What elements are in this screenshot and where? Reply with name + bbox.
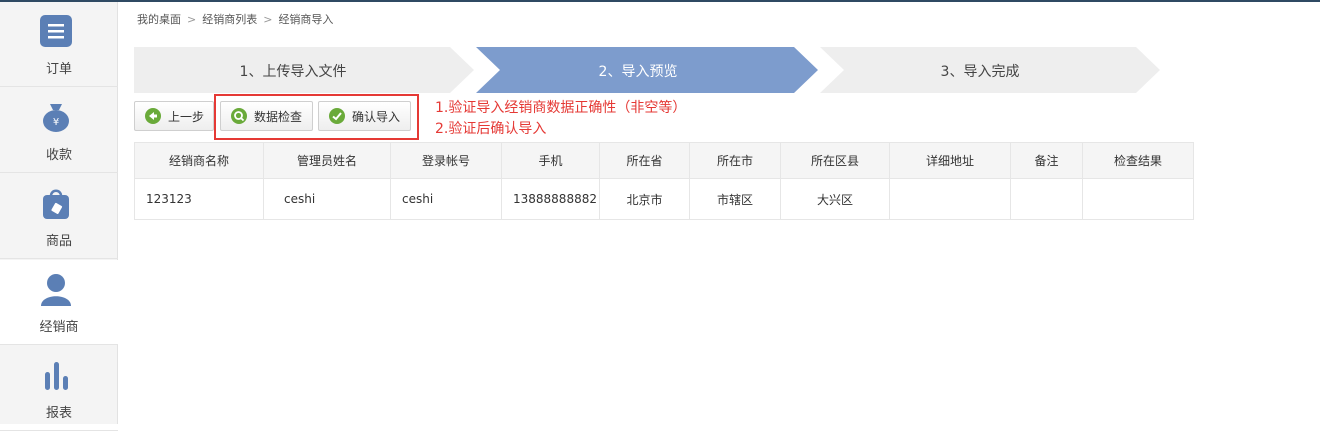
- sidebar-item-orders[interactable]: 订单: [0, 2, 118, 87]
- money-bag-icon: ¥: [43, 104, 69, 132]
- breadcrumb-dealer-import: 经销商导入: [278, 13, 334, 26]
- cell-city: 市辖区: [689, 178, 781, 220]
- sidebar-item-label: 经销商: [39, 320, 79, 335]
- previous-step-label: 上一步: [168, 109, 205, 124]
- column-header: 手机: [501, 142, 600, 179]
- arrow-left-icon: [145, 108, 161, 124]
- step-preview: 2、导入预览: [598, 64, 678, 80]
- list-icon: [40, 15, 72, 47]
- cell-login-account: ceshi: [390, 178, 502, 220]
- sidebar-item-label: 商品: [45, 234, 72, 249]
- cell-remark: [1010, 178, 1083, 220]
- cell-phone: 13888888882: [501, 178, 600, 220]
- breadcrumb: 我的桌面 > 经销商列表 > 经销商导入: [137, 11, 333, 27]
- column-header: 经销商名称: [134, 142, 264, 179]
- column-header: 所在省: [599, 142, 690, 179]
- annotation-line-1: 1.验证导入经销商数据正确性（非空等）: [435, 100, 687, 116]
- bar-chart-icon: [45, 362, 68, 390]
- column-header: 所在市: [689, 142, 781, 179]
- breadcrumb-separator: >: [263, 13, 273, 26]
- step-upload: 1、上传导入文件: [239, 64, 347, 80]
- cell-address: [889, 178, 1011, 220]
- column-header: 管理员姓名: [263, 142, 391, 179]
- checkmark-icon: [329, 108, 345, 124]
- sidebar-item-payments[interactable]: ¥ 收款: [0, 88, 118, 173]
- sidebar-item-dealers[interactable]: 经销商: [0, 260, 118, 345]
- top-border: [0, 0, 1320, 2]
- data-check-label: 数据检查: [254, 109, 303, 124]
- shopping-bag-icon: [43, 189, 69, 219]
- sidebar: 订单 ¥ 收款 商品 经销商 报表: [0, 2, 118, 431]
- annotation-line-2: 2.验证后确认导入: [435, 121, 547, 137]
- breadcrumb-desktop[interactable]: 我的桌面: [137, 13, 181, 26]
- svg-text:¥: ¥: [53, 117, 59, 128]
- cell-check-result: [1082, 178, 1194, 220]
- cell-admin-name: ceshi: [263, 178, 391, 220]
- search-icon: [231, 108, 247, 124]
- table-row: 123123 ceshi ceshi 13888888882 北京市 市辖区 大…: [134, 178, 1194, 220]
- column-header: 登录帐号: [390, 142, 502, 179]
- sidebar-item-label: 订单: [45, 62, 72, 77]
- column-header: 详细地址: [889, 142, 1011, 179]
- column-header: 备注: [1010, 142, 1083, 179]
- user-icon: [41, 274, 71, 306]
- column-header: 所在区县: [780, 142, 890, 179]
- sidebar-item-products[interactable]: 商品: [0, 174, 118, 259]
- preview-table: 经销商名称 管理员姓名 登录帐号 手机 所在省 所在市 所在区县 详细地址 备注…: [134, 142, 1194, 220]
- column-header: 检查结果: [1082, 142, 1194, 179]
- data-check-button[interactable]: 数据检查: [220, 101, 313, 131]
- confirm-import-label: 确认导入: [352, 109, 401, 124]
- import-steps: 1、上传导入文件 2、导入预览 3、导入完成: [134, 47, 1164, 93]
- step-complete: 3、导入完成: [940, 64, 1020, 80]
- sidebar-item-reports[interactable]: 报表: [0, 346, 118, 431]
- sidebar-item-label: 收款: [45, 148, 72, 163]
- cell-province: 北京市: [599, 178, 690, 220]
- cell-district: 大兴区: [780, 178, 890, 220]
- breadcrumb-dealer-list[interactable]: 经销商列表: [202, 13, 257, 26]
- cell-dealer-name: 123123: [134, 178, 264, 220]
- previous-step-button[interactable]: 上一步: [134, 101, 214, 131]
- breadcrumb-separator: >: [187, 13, 197, 26]
- confirm-import-button[interactable]: 确认导入: [318, 101, 411, 131]
- sidebar-item-label: 报表: [45, 406, 72, 421]
- table-header-row: 经销商名称 管理员姓名 登录帐号 手机 所在省 所在市 所在区县 详细地址 备注…: [134, 142, 1194, 179]
